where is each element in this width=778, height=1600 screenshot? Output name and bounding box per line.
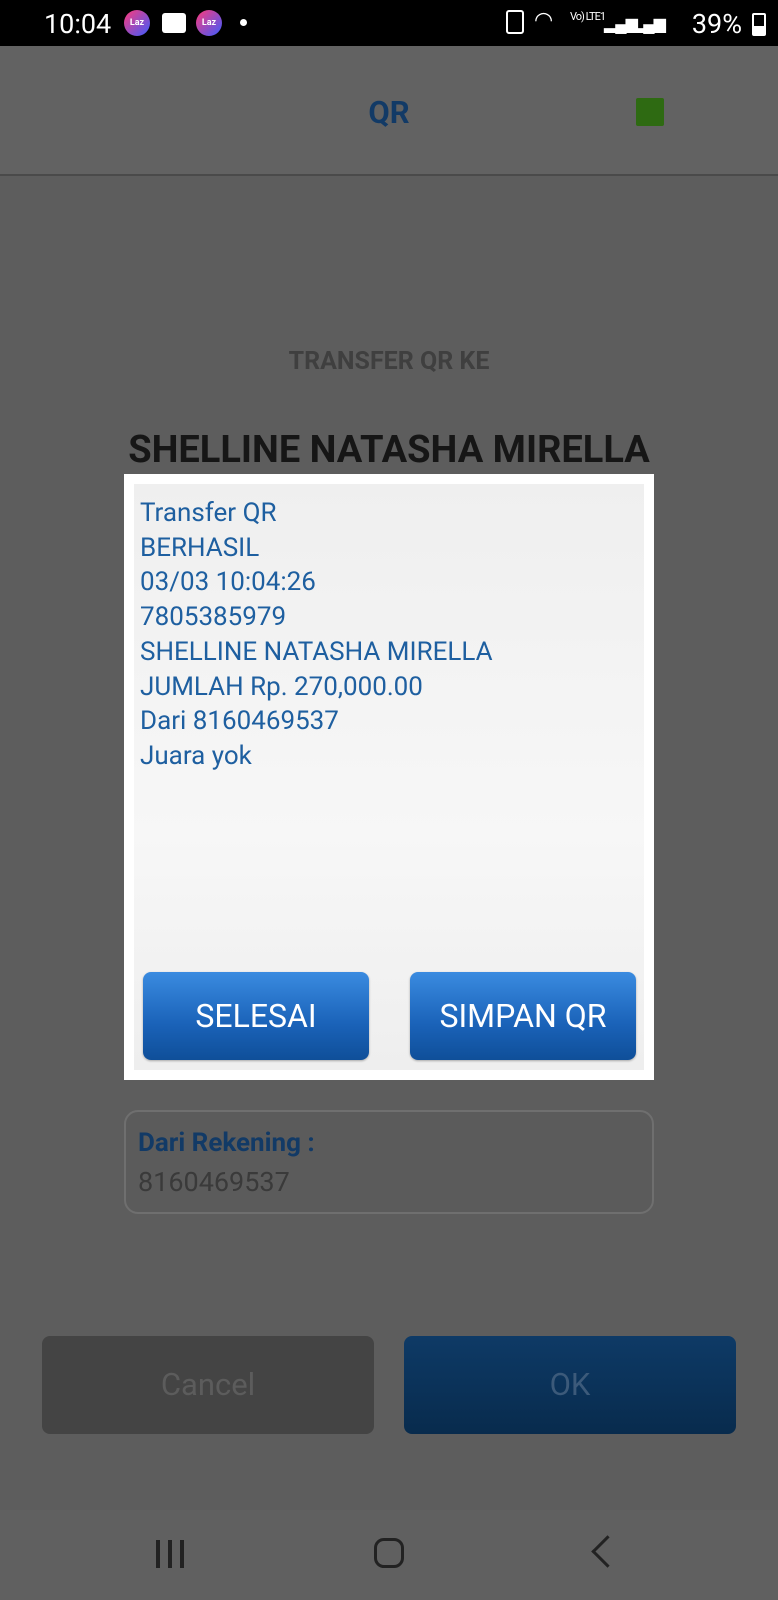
status-time: 10:04	[44, 8, 112, 40]
dialog-line: 03/03 10:04:26	[140, 567, 316, 598]
dialog-line: JUMLAH Rp. 270,000.00	[140, 671, 423, 702]
dialog-line: SHELLINE NATASHA MIRELLA	[140, 636, 493, 667]
more-notifications-icon	[240, 19, 247, 26]
dialog-line: BERHASIL	[140, 532, 260, 563]
from-account-label: Dari Rekening :	[138, 1128, 315, 1158]
app-bar: QR	[0, 46, 778, 176]
back-icon[interactable]	[591, 1535, 624, 1568]
battery-percent: 39%	[691, 8, 742, 40]
cancel-button[interactable]: Cancel	[42, 1336, 374, 1434]
ok-button[interactable]: OK	[404, 1336, 736, 1434]
from-account-field[interactable]: Dari Rekening : 8160469537	[124, 1110, 654, 1214]
lazada-notification-icon-2: Laz	[196, 10, 222, 36]
save-qr-button[interactable]: SIMPAN QR	[410, 972, 636, 1060]
wifi-icon: ◠	[534, 8, 554, 33]
recent-apps-icon[interactable]	[156, 1540, 186, 1568]
dialog-line: Juara yok	[140, 740, 252, 771]
status-indicator	[636, 98, 664, 126]
dialog-message: Transfer QR BERHASIL 03/03 10:04:26 7805…	[140, 496, 493, 774]
dialog-body: Transfer QR BERHASIL 03/03 10:04:26 7805…	[134, 484, 644, 1070]
home-icon[interactable]	[374, 1538, 404, 1568]
transfer-label: TRANSFER QR KE	[288, 347, 490, 376]
transfer-result-dialog: Transfer QR BERHASIL 03/03 10:04:26 7805…	[124, 474, 654, 1080]
lte-label: Vo) LTE1	[570, 10, 606, 23]
done-button[interactable]: SELESAI	[143, 972, 369, 1060]
dialog-line: Transfer QR	[140, 498, 277, 528]
message-notification-icon	[162, 13, 186, 33]
from-account-value: 8160469537	[138, 1166, 290, 1198]
recipient-name: SHELLINE NATASHA MIRELLA	[128, 428, 650, 472]
data-saver-icon	[506, 10, 524, 34]
navigation-bar	[0, 1510, 778, 1600]
status-bar: 10:04 Laz Laz ◠ Vo) LTE1 ▂▄▆ ▂▄▆ 39%	[0, 0, 778, 46]
signal-2-icon: ▂▄▆	[632, 14, 666, 33]
battery-icon	[752, 13, 766, 36]
dialog-line: 7805385979	[140, 602, 287, 633]
lazada-notification-icon: Laz	[124, 10, 150, 36]
dialog-line: Dari 8160469537	[140, 706, 339, 737]
